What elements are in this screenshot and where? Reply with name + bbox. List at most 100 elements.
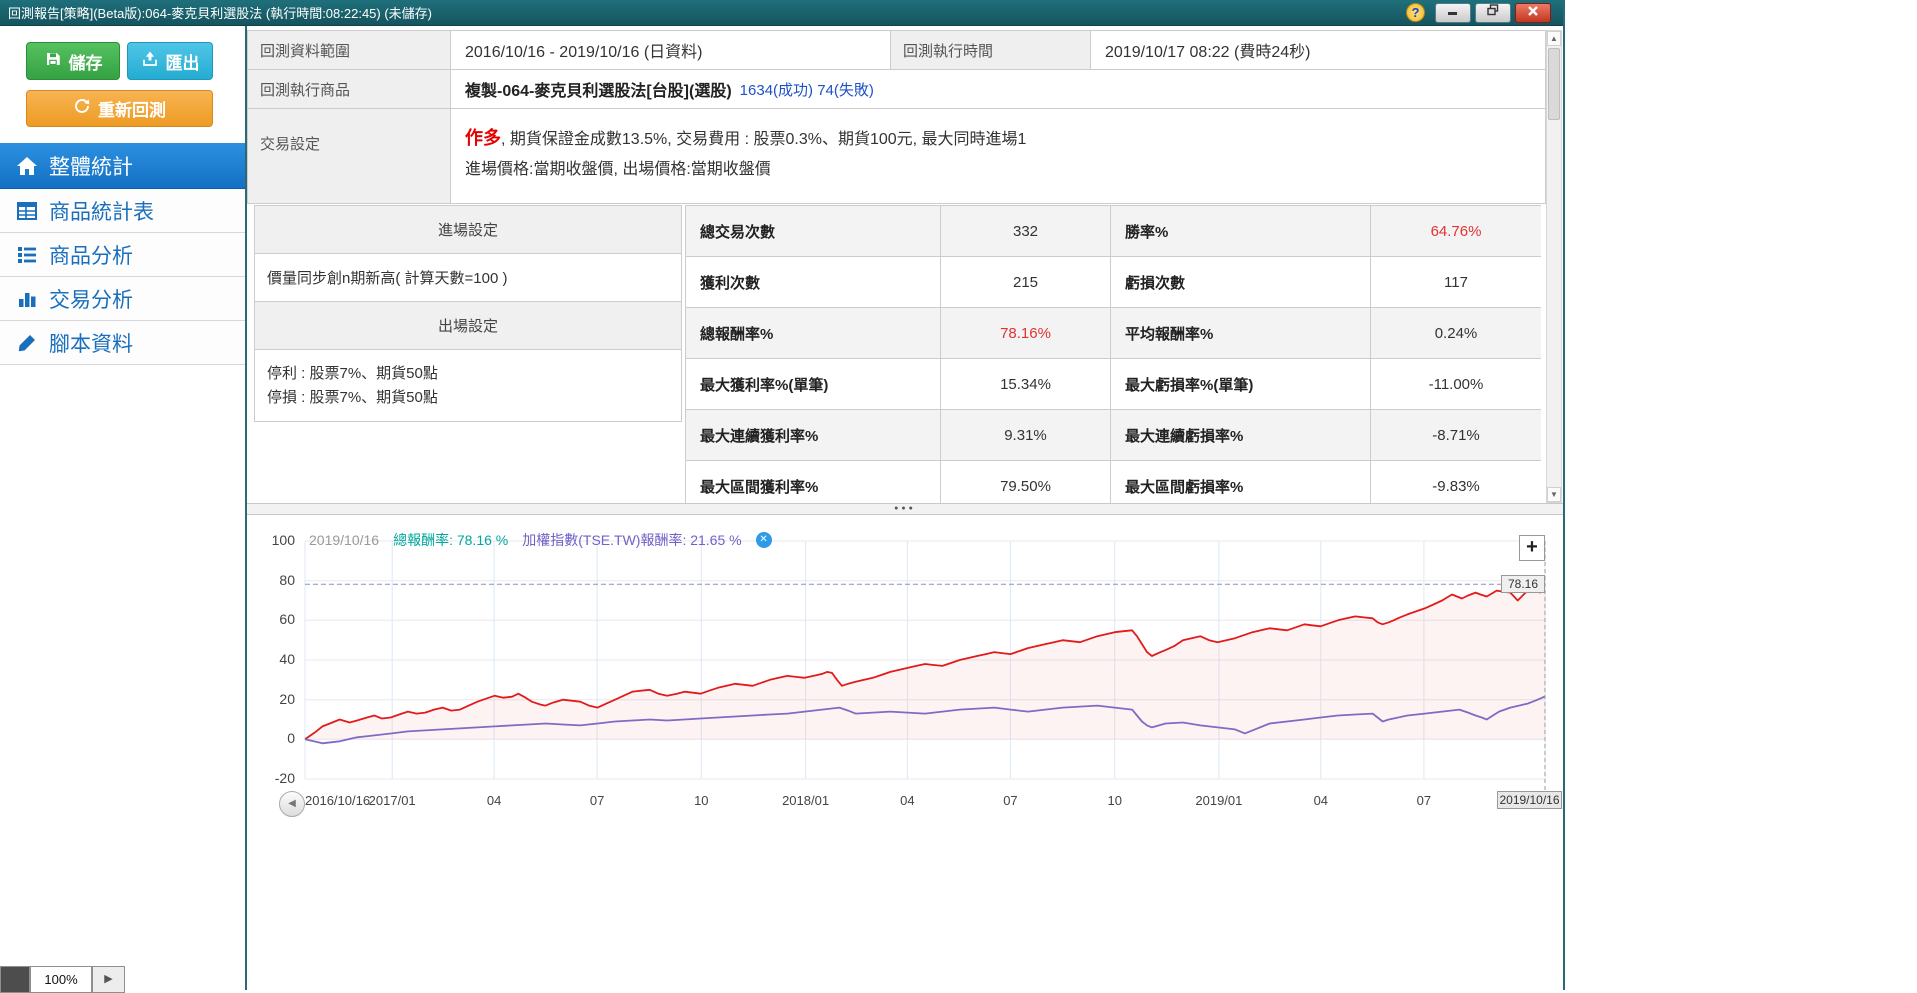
- y-axis-tick: 100: [247, 532, 295, 548]
- rerun-backtest-button[interactable]: 重新回測: [26, 90, 213, 127]
- entry-settings-header: 進場設定: [255, 206, 681, 254]
- zoom-mode-button[interactable]: [0, 966, 30, 993]
- exit-rule: 停利 : 股票7%、期貨50點 停損 : 股票7%、期貨50點: [255, 350, 681, 422]
- stat-value: -9.83%: [1371, 461, 1541, 503]
- trade-settings-rest: , 期貨保證金成數13.5%, 交易費用 : 股票0.3%、期貨100元, 最大…: [501, 131, 1026, 148]
- scroll-down-button[interactable]: ▼: [1547, 487, 1561, 502]
- x-axis-tick: 10: [656, 793, 746, 808]
- stat-value: 332: [941, 206, 1111, 257]
- vertical-scrollbar[interactable]: ▲ ▼: [1546, 30, 1562, 503]
- exec-time-label: 回測執行時間: [891, 31, 1091, 69]
- legend-index-return: 加權指數(TSE.TW)報酬率: 21.65 %: [522, 530, 741, 550]
- x-axis-tick: 04: [862, 793, 952, 808]
- bar-chart-icon: [15, 287, 39, 311]
- sidebar-item-label: 腳本資料: [49, 328, 133, 358]
- sidebar-item-product-stats-table[interactable]: 商品統計表: [0, 189, 245, 233]
- product-value-cell: 複製-064-麥克貝利選股法[台股](選股) 1634(成功) 74(失敗): [451, 70, 1545, 108]
- y-axis-tick: -20: [247, 770, 295, 786]
- stats-row: 最大區間獲利率%79.50%最大區間虧損率%-9.83%: [686, 461, 1541, 503]
- stats-row: 最大獲利率%(單筆)15.34%最大虧損率%(單筆)-11.00%: [686, 359, 1541, 410]
- info-row-trade-settings: 交易設定 作多, 期貨保證金成數13.5%, 交易費用 : 股票0.3%、期貨1…: [248, 109, 1545, 204]
- info-row-range: 回測資料範圍 2016/10/16 - 2019/10/16 (日資料) 回測執…: [248, 31, 1545, 70]
- return-chart-plot[interactable]: [247, 515, 1563, 835]
- stat-label: 最大區間虧損率%: [1111, 461, 1371, 503]
- save-label: 儲存: [69, 49, 103, 74]
- window-title: 回測報告[策略](Beta版):064-麥克貝利選股法 (執行時間:08:22:…: [0, 3, 432, 22]
- export-label: 匯出: [166, 49, 200, 74]
- panel-splitter[interactable]: ●●●: [247, 503, 1563, 515]
- range-label: 回測資料範圍: [248, 31, 451, 69]
- export-icon: [141, 50, 159, 73]
- y-axis-tick: 0: [247, 730, 295, 746]
- exit-settings-header: 出場設定: [255, 302, 681, 350]
- trade-settings-value: 作多, 期貨保證金成數13.5%, 交易費用 : 股票0.3%、期貨100元, …: [451, 109, 1545, 203]
- titlebar[interactable]: 回測報告[策略](Beta版):064-麥克貝利選股法 (執行時間:08:22:…: [0, 0, 1563, 26]
- minimize-icon: [1446, 3, 1460, 22]
- help-button[interactable]: ?: [1406, 3, 1425, 22]
- sidebar-item-label: 商品分析: [49, 240, 133, 270]
- crosshair-date-label: 2019/10/16: [309, 532, 379, 548]
- chart-legend: 2019/10/16 總報酬率: 78.16 % 加權指數(TSE.TW)報酬率…: [309, 531, 772, 549]
- crosshair-date-marker: 2019/10/16: [1497, 791, 1562, 809]
- statistics-grid: 總交易次數332勝率%64.76%獲利次數215虧損次數117總報酬率%78.1…: [685, 205, 1541, 503]
- product-label: 回測執行商品: [248, 70, 451, 108]
- stat-label: 總報酬率%: [686, 308, 941, 359]
- product-result-link[interactable]: 1634(成功) 74(失敗): [740, 79, 874, 100]
- restore-button[interactable]: [1475, 3, 1511, 23]
- stat-value: -8.71%: [1371, 410, 1541, 461]
- stat-label: 總交易次數: [686, 206, 941, 257]
- close-icon: [1527, 4, 1539, 22]
- zoom-expand-button[interactable]: ▶: [92, 966, 125, 993]
- x-axis-tick: 04: [1276, 793, 1366, 808]
- sidebar-item-label: 交易分析: [49, 284, 133, 314]
- sidebar-item-script-data[interactable]: 腳本資料: [0, 321, 245, 365]
- trade-settings-label: 交易設定: [248, 109, 451, 203]
- stat-value: 9.31%: [941, 410, 1111, 461]
- list-icon: [15, 243, 39, 267]
- legend-close-icon[interactable]: ✕: [756, 532, 772, 548]
- sidebar-item-product-analysis[interactable]: 商品分析: [0, 233, 245, 277]
- stat-label: 虧損次數: [1111, 257, 1371, 308]
- save-button[interactable]: 儲存: [26, 42, 120, 80]
- refresh-icon: [73, 97, 91, 120]
- close-button[interactable]: [1515, 3, 1551, 23]
- sidebar-item-overall-stats[interactable]: 整體統計: [0, 143, 245, 189]
- trade-direction: 作多: [465, 128, 501, 148]
- entry-rule: 價量同步創n期新高( 計算天數=100 ): [255, 254, 681, 302]
- scroll-up-button[interactable]: ▲: [1547, 31, 1561, 46]
- chart-zoom-in-button[interactable]: +: [1519, 535, 1545, 561]
- x-axis-tick: 07: [1379, 793, 1469, 808]
- restore-icon: [1486, 3, 1500, 22]
- x-axis-tick: 2018/01: [761, 793, 851, 808]
- main-content: 回測資料範圍 2016/10/16 - 2019/10/16 (日資料) 回測執…: [247, 26, 1563, 990]
- app-body: 儲存 匯出 重新回測 整體統計 商品統計表: [0, 26, 1563, 990]
- pencil-icon: [15, 331, 39, 355]
- chart-pan-handle[interactable]: ◀: [279, 791, 305, 817]
- stat-label: 平均報酬率%: [1111, 308, 1371, 359]
- stats-row: 最大連續獲利率%9.31%最大連續虧損率%-8.71%: [686, 410, 1541, 461]
- exec-time-value: 2019/10/17 08:22 (費時24秒): [1091, 31, 1545, 69]
- y-axis-tick: 40: [247, 651, 295, 667]
- stat-value: 117: [1371, 257, 1541, 308]
- trade-settings-line2: 進場價格:當期收盤價, 出場價格:當期收盤價: [465, 155, 1545, 185]
- sidebar-item-label: 商品統計表: [49, 196, 154, 226]
- final-value-marker: 78.16: [1501, 575, 1545, 593]
- scrollbar-thumb[interactable]: [1548, 48, 1560, 120]
- minimize-button[interactable]: [1435, 3, 1471, 23]
- save-icon: [44, 50, 62, 73]
- stat-value: 78.16%: [941, 308, 1111, 359]
- rerun-label: 重新回測: [98, 96, 166, 121]
- stat-value: -11.00%: [1371, 359, 1541, 410]
- export-button[interactable]: 匯出: [127, 42, 213, 80]
- zoom-level-value: 100%: [30, 966, 92, 993]
- window-controls: ?: [1406, 3, 1563, 23]
- app-window: 回測報告[策略](Beta版):064-麥克貝利選股法 (執行時間:08:22:…: [0, 0, 1565, 990]
- home-icon: [15, 154, 39, 178]
- stat-label: 最大區間獲利率%: [686, 461, 941, 503]
- stat-label: 勝率%: [1111, 206, 1371, 257]
- sidebar-item-trade-analysis[interactable]: 交易分析: [0, 277, 245, 321]
- y-axis-tick: 60: [247, 611, 295, 627]
- sidebar: 儲存 匯出 重新回測 整體統計 商品統計表: [0, 26, 245, 990]
- legend-strategy-return: 總報酬率: 78.16 %: [393, 530, 508, 550]
- range-value: 2016/10/16 - 2019/10/16 (日資料): [451, 31, 891, 69]
